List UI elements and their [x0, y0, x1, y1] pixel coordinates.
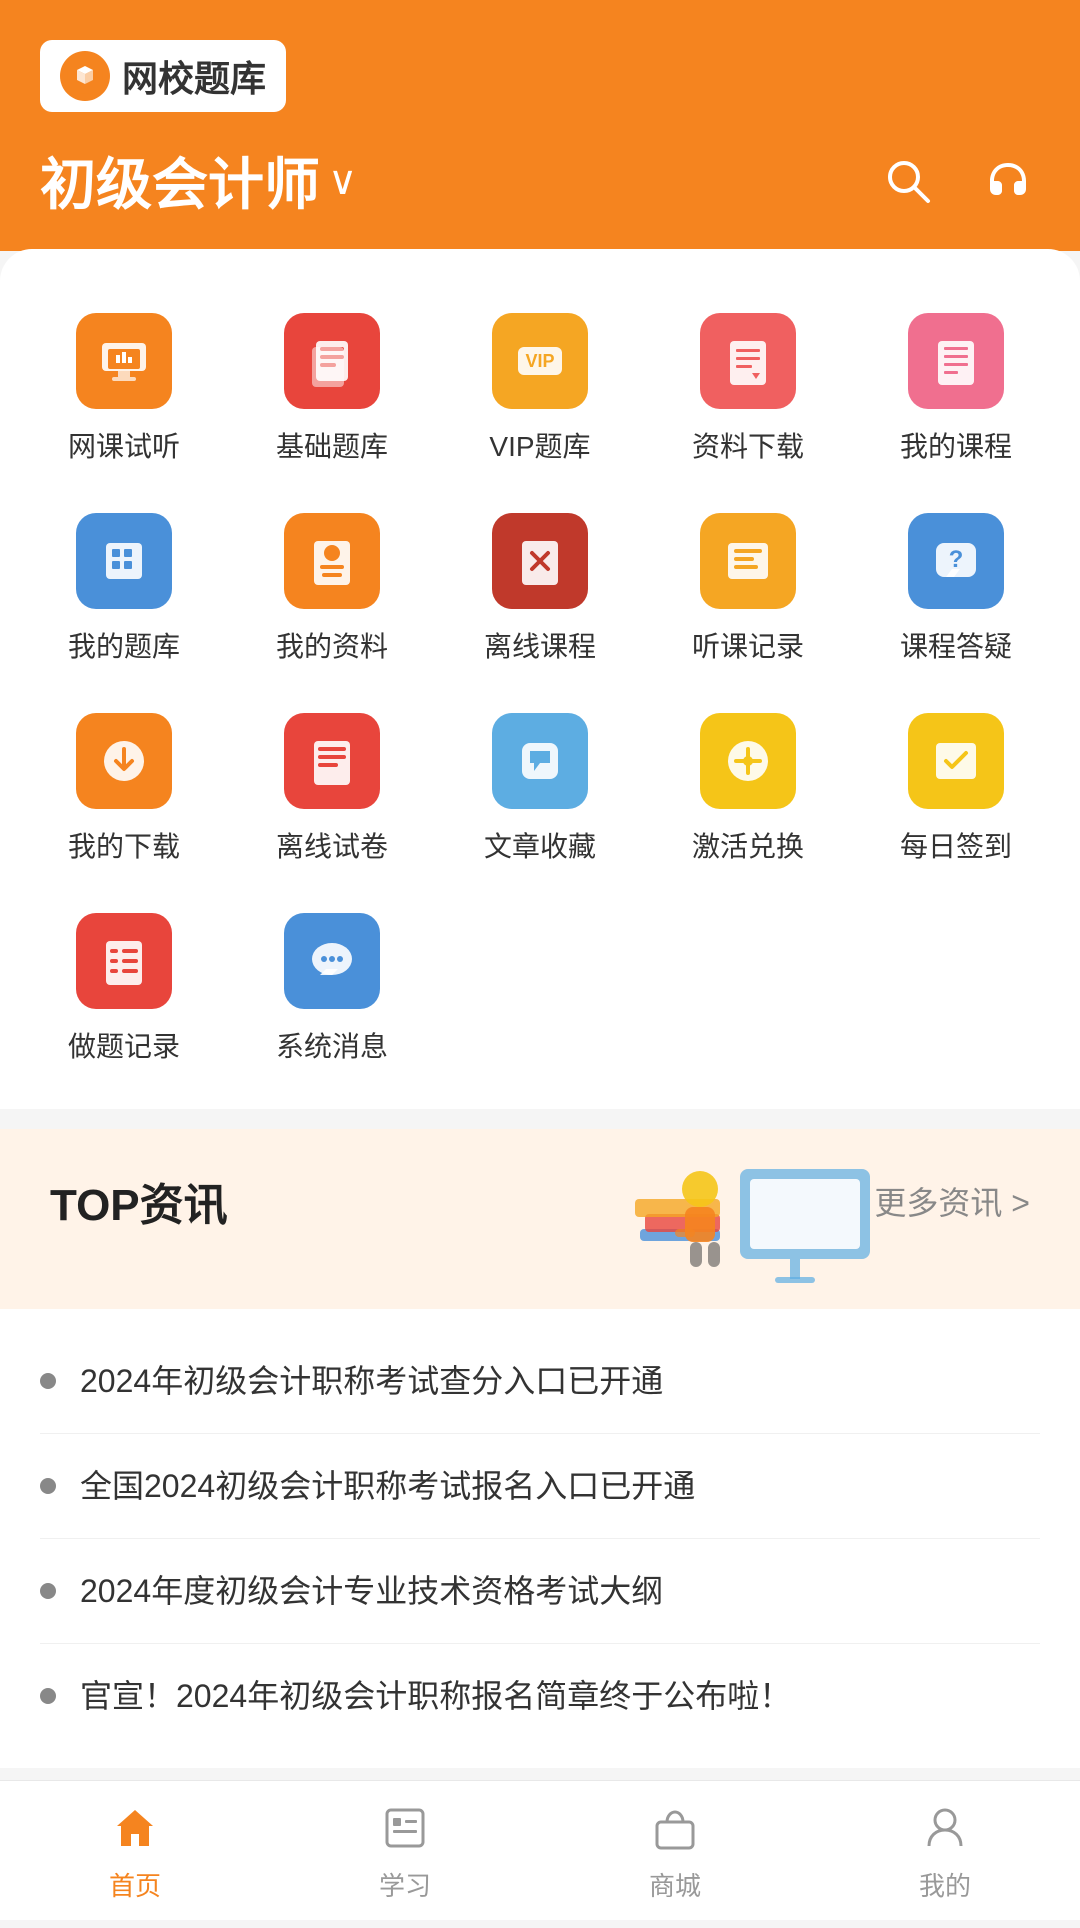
menu-icon-vip: VIP	[492, 313, 588, 409]
menu-label-xiaoxi: 系统消息	[276, 1025, 388, 1065]
menu-label-qiandao: 每日签到	[900, 825, 1012, 865]
menu-item-qiandao[interactable]: 每日签到	[852, 689, 1060, 889]
news-header: TOP资讯 更多资讯 >	[0, 1129, 1080, 1233]
menu-label-woziliao: 我的资料	[276, 625, 388, 665]
news-item-text: 2024年初级会计职称考试查分入口已开通	[80, 1357, 663, 1405]
main-card: 网课试听 基础题库 VIP VIP题库 资料下载 我的课程我的题库 我的资料 离线课程 听课记录…	[0, 249, 1080, 1109]
menu-item-zuoti[interactable]: 做题记录	[20, 889, 228, 1089]
news-item-text: 官宣！2024年初级会计职称报名简章终于公布啦！	[80, 1672, 791, 1720]
nav-label-study: 学习	[379, 1866, 431, 1903]
menu-icon-lixian	[284, 713, 380, 809]
news-list-item[interactable]: 2024年初级会计职称考试查分入口已开通	[40, 1329, 1040, 1434]
nav-label-shop: 商城	[649, 1866, 701, 1903]
feature-grid: 网课试听 基础题库 VIP VIP题库 资料下载 我的课程我的题库 我的资料 离线课程 听课记录…	[0, 289, 1080, 1089]
news-dot-icon	[40, 1688, 56, 1704]
news-decoration	[600, 1129, 900, 1309]
nav-icon-mine	[915, 1798, 975, 1858]
nav-label-home: 首页	[109, 1866, 161, 1903]
menu-label-kecheng: 我的课程	[900, 425, 1012, 465]
menu-label-wangke: 网课试听	[68, 425, 180, 465]
menu-item-lixian[interactable]: 离线试卷	[228, 689, 436, 889]
header: 网校题库 初级会计师 ∨	[0, 0, 1080, 251]
menu-item-xiaoxi[interactable]: 系统消息	[228, 889, 436, 1089]
menu-item-kecheng[interactable]: 我的课程	[852, 289, 1060, 489]
menu-item-ziliao[interactable]: 资料下载	[644, 289, 852, 489]
menu-label-wenzhang: 文章收藏	[484, 825, 596, 865]
nav-item-study[interactable]: 学习	[335, 1788, 475, 1913]
menu-label-tiku: 我的题库	[68, 625, 180, 665]
menu-icon-jihuo	[700, 713, 796, 809]
nav-label-mine: 我的	[919, 1866, 971, 1903]
menu-item-dayi[interactable]: ? 课程答疑	[852, 489, 1060, 689]
nav-item-mine[interactable]: 我的	[875, 1788, 1015, 1913]
nav-icon-home	[105, 1798, 165, 1858]
menu-item-tingke[interactable]: 听课记录	[644, 489, 852, 689]
nav-item-shop[interactable]: 商城	[605, 1788, 745, 1913]
menu-icon-qiandao	[908, 713, 1004, 809]
page-title: 初级会计师	[40, 140, 320, 221]
menu-label-xiazai: 我的下载	[68, 825, 180, 865]
menu-label-ziliao: 资料下载	[692, 425, 804, 465]
menu-item-vip[interactable]: VIP VIP题库	[436, 289, 644, 489]
menu-icon-wenzhang	[492, 713, 588, 809]
header-bottom: 初级会计师 ∨	[40, 140, 1040, 221]
menu-label-tingke: 听课记录	[692, 625, 804, 665]
news-dot-icon	[40, 1373, 56, 1389]
nav-icon-study	[375, 1798, 435, 1858]
menu-icon-tiku	[76, 513, 172, 609]
menu-icon-tingke	[700, 513, 796, 609]
menu-label-jihuo: 激活兑换	[692, 825, 804, 865]
news-dot-icon	[40, 1583, 56, 1599]
nav-item-home[interactable]: 首页	[65, 1788, 205, 1913]
logo-icon	[60, 51, 110, 101]
menu-label-jichu: 基础题库	[276, 425, 388, 465]
news-dot-icon	[40, 1478, 56, 1494]
menu-label-vip: VIP题库	[489, 425, 590, 465]
menu-item-offline[interactable]: 离线课程	[436, 489, 644, 689]
svg-text:?: ?	[949, 546, 964, 573]
menu-item-wenzhang[interactable]: 文章收藏	[436, 689, 644, 889]
news-list: 2024年初级会计职称考试查分入口已开通全国2024初级会计职称考试报名入口已开…	[0, 1309, 1080, 1768]
news-item-text: 全国2024初级会计职称考试报名入口已开通	[80, 1462, 695, 1510]
menu-label-offline: 离线课程	[484, 625, 596, 665]
menu-item-wangke[interactable]: 网课试听	[20, 289, 228, 489]
menu-icon-woziliao	[284, 513, 380, 609]
logo-text: 网校题库	[122, 50, 266, 102]
menu-icon-xiaoxi	[284, 913, 380, 1009]
header-actions	[876, 149, 1040, 213]
menu-icon-jichu	[284, 313, 380, 409]
logo-container: 网校题库	[40, 40, 286, 112]
menu-item-woziliao[interactable]: 我的资料	[228, 489, 436, 689]
menu-icon-zuoti	[76, 913, 172, 1009]
menu-item-tiku[interactable]: 我的题库	[20, 489, 228, 689]
menu-icon-kecheng	[908, 313, 1004, 409]
menu-item-jihuo[interactable]: 激活兑换	[644, 689, 852, 889]
news-item-text: 2024年度初级会计专业技术资格考试大纲	[80, 1567, 663, 1615]
news-banner: TOP资讯 更多资讯 >	[0, 1129, 1080, 1309]
dropdown-caret-icon: ∨	[328, 158, 357, 204]
headset-button[interactable]	[976, 149, 1040, 213]
menu-item-jichu[interactable]: 基础题库	[228, 289, 436, 489]
menu-icon-wangke	[76, 313, 172, 409]
news-title: TOP资讯	[50, 1169, 228, 1233]
title-row[interactable]: 初级会计师 ∨	[40, 140, 357, 221]
nav-icon-shop	[645, 1798, 705, 1858]
svg-text:VIP: VIP	[525, 351, 554, 371]
news-list-item[interactable]: 2024年度初级会计专业技术资格考试大纲	[40, 1539, 1040, 1644]
menu-label-lixian: 离线试卷	[276, 825, 388, 865]
search-button[interactable]	[876, 149, 940, 213]
bottom-nav: 首页 学习 商城 我的	[0, 1780, 1080, 1920]
menu-icon-dayi: ?	[908, 513, 1004, 609]
menu-icon-offline	[492, 513, 588, 609]
menu-icon-ziliao	[700, 313, 796, 409]
menu-label-dayi: 课程答疑	[900, 625, 1012, 665]
menu-icon-xiazai	[76, 713, 172, 809]
menu-label-zuoti: 做题记录	[68, 1025, 180, 1065]
news-list-item[interactable]: 全国2024初级会计职称考试报名入口已开通	[40, 1434, 1040, 1539]
news-list-item[interactable]: 官宣！2024年初级会计职称报名简章终于公布啦！	[40, 1644, 1040, 1748]
menu-item-xiazai[interactable]: 我的下载	[20, 689, 228, 889]
